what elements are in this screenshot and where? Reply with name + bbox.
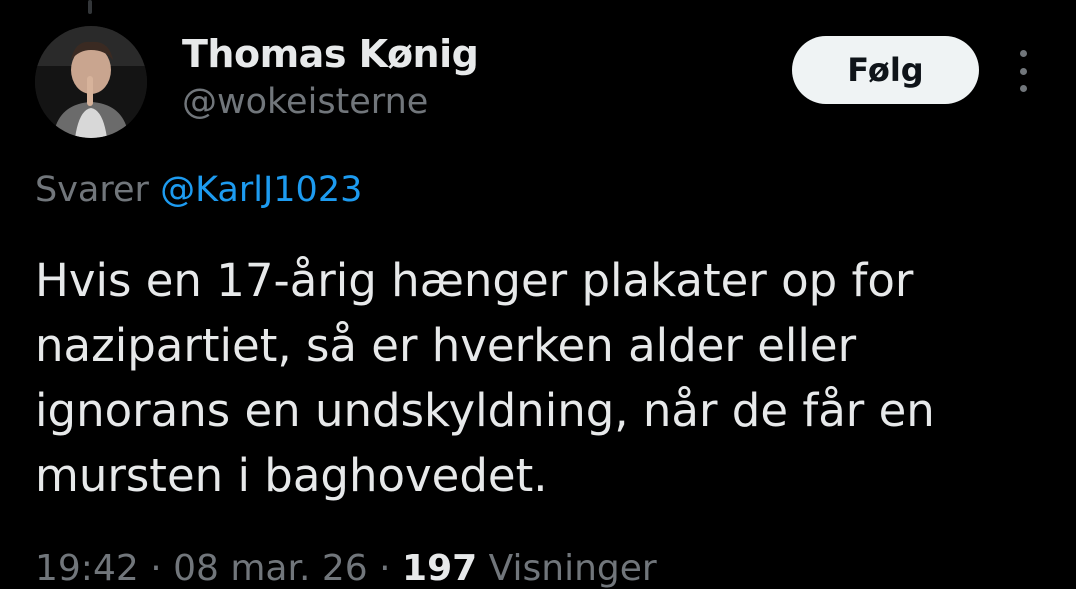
- reply-context: Svarer @KarlJ1023: [35, 170, 362, 210]
- thread-connector-line: [88, 0, 92, 14]
- dot-icon: [1019, 85, 1027, 92]
- meta-separator: ·: [379, 548, 391, 589]
- dot-icon: [1019, 67, 1027, 75]
- dot-icon: [1019, 50, 1027, 57]
- tweet-text-line: nazipartiet, så er hverken alder eller: [35, 319, 857, 372]
- tweet-date[interactable]: 08 mar. 26: [173, 548, 368, 589]
- profile-photo: [35, 26, 147, 138]
- views-label: Visninger: [488, 548, 657, 589]
- avatar[interactable]: [35, 26, 147, 138]
- tweet-text-line: Hvis en 17-årig hænger plakater op for: [35, 254, 914, 307]
- follow-button[interactable]: Følg: [792, 36, 979, 104]
- more-vertical-icon[interactable]: [1008, 50, 1038, 92]
- author-name[interactable]: Thomas Kønig: [182, 32, 479, 76]
- tweet-text: Hvis en 17-årig hænger plakater op for n…: [35, 248, 1035, 508]
- tweet-meta: 19:42 · 08 mar. 26 · 197 Visninger: [35, 548, 657, 589]
- tweet-text-line: ignorans en undskyldning, når de får en: [35, 384, 935, 437]
- meta-separator: ·: [150, 548, 162, 589]
- tweet-time[interactable]: 19:42: [35, 548, 139, 589]
- author-handle[interactable]: @wokeisterne: [182, 82, 428, 122]
- reply-prefix: Svarer: [35, 170, 149, 210]
- reply-mention-link[interactable]: @KarlJ1023: [160, 170, 362, 210]
- tweet-text-line: mursten i baghovedet.: [35, 449, 548, 502]
- views-count: 197: [402, 548, 478, 589]
